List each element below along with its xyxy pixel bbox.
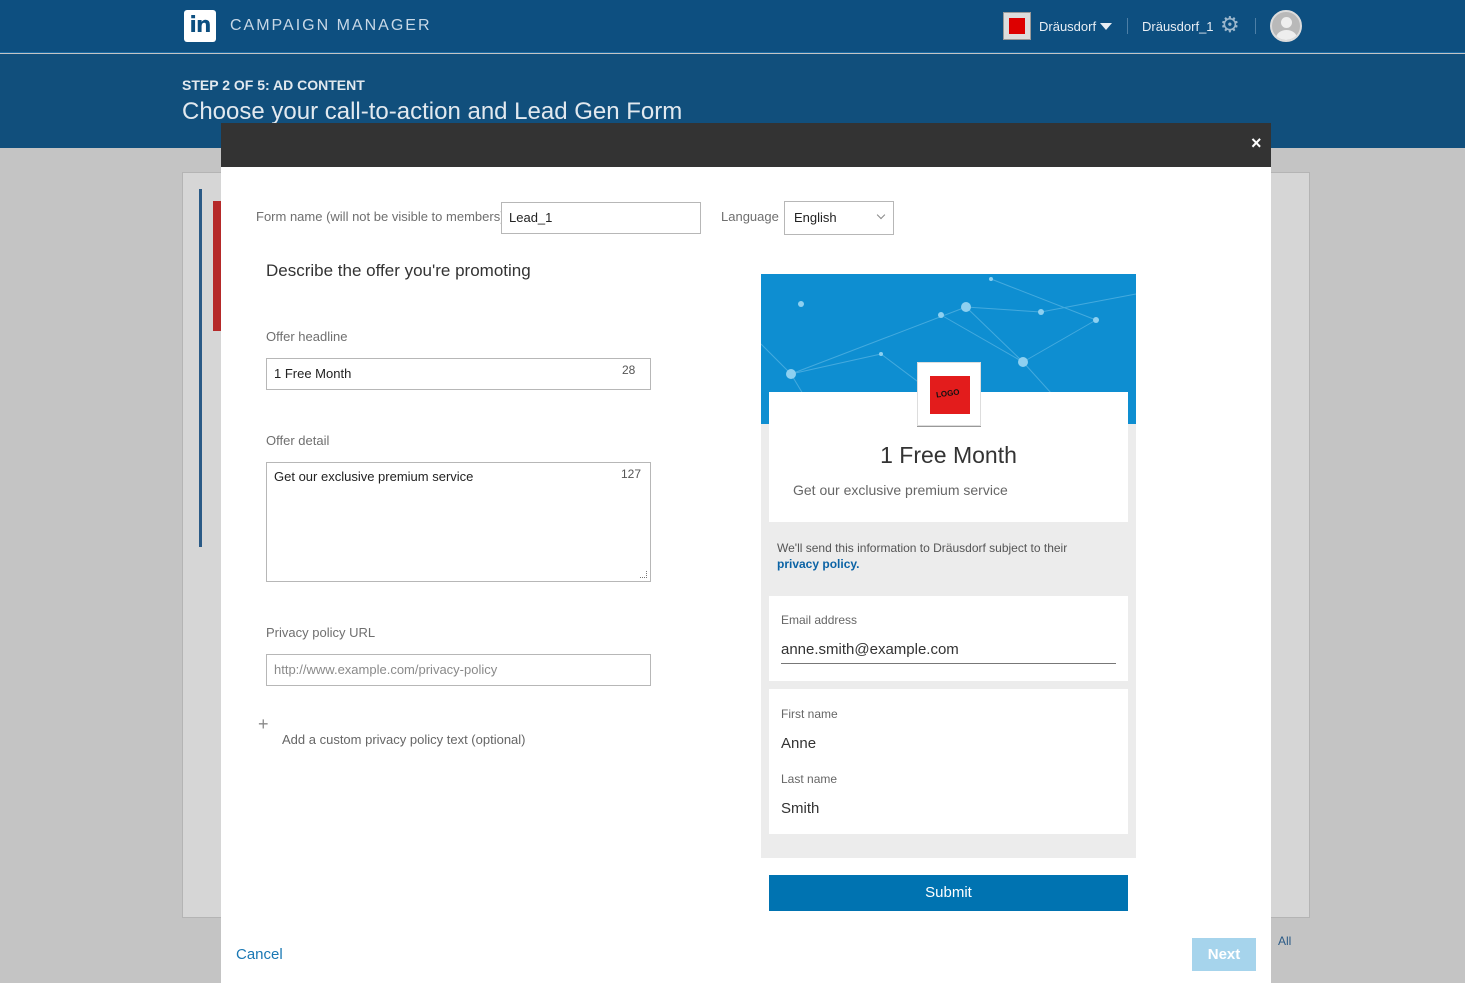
email-field[interactable]: anne.smith@example.com	[781, 641, 959, 658]
privacy-url-placeholder: http://www.example.com/privacy-policy	[274, 662, 498, 677]
language-label: Language	[721, 209, 779, 224]
form-preview: LOGO 1 Free Month Get our exclusive prem…	[761, 274, 1136, 858]
first-name-label: First name	[781, 707, 838, 721]
privacy-notice: We'll send this information to Dräusdorf…	[777, 540, 1077, 572]
chevron-down-icon[interactable]	[1100, 23, 1112, 30]
linkedin-logo-icon[interactable]: in	[184, 10, 216, 42]
offer-headline-label: Offer headline	[266, 329, 348, 344]
resize-handle-icon[interactable]	[640, 571, 647, 578]
app-title: CAMPAIGN MANAGER	[230, 17, 432, 34]
preview-headline: 1 Free Month	[880, 442, 1017, 468]
step-indicator: STEP 2 OF 5: AD CONTENT	[182, 77, 365, 93]
account-name[interactable]: Dräusdorf	[1039, 19, 1096, 34]
offer-detail-value: Get our exclusive premium service	[274, 469, 474, 484]
form-name-label: Form name (will not be visible to member…	[256, 209, 505, 224]
ad-image-thumbnail	[213, 201, 221, 331]
email-field-box: Email address anne.smith@example.com	[769, 596, 1128, 681]
gear-icon[interactable]: ⚙	[1220, 14, 1240, 36]
divider	[1127, 18, 1128, 34]
close-icon[interactable]: ×	[1251, 133, 1262, 154]
offer-detail-textarea[interactable]: Get our exclusive premium service	[266, 462, 651, 582]
divider	[1255, 18, 1256, 34]
last-name-field[interactable]: Smith	[781, 800, 819, 817]
logo-image: LOGO	[930, 376, 970, 414]
privacy-url-label: Privacy policy URL	[266, 625, 376, 640]
account-logo[interactable]	[1003, 12, 1031, 40]
page-title: Choose your call-to-action and Lead Gen …	[182, 98, 683, 125]
offer-detail-counter: 127	[621, 467, 642, 481]
avatar[interactable]	[1270, 10, 1302, 42]
first-name-field[interactable]: Anne	[781, 735, 816, 752]
email-label: Email address	[781, 613, 858, 627]
email-underline	[781, 663, 1116, 664]
preview-detail: Get our exclusive premium service	[793, 482, 1008, 498]
offer-headline-counter: 28	[622, 363, 636, 377]
last-name-label: Last name	[781, 772, 838, 786]
language-select[interactable]: English	[784, 201, 894, 235]
cancel-button[interactable]: Cancel	[236, 946, 283, 963]
submit-button[interactable]: Submit	[769, 875, 1128, 911]
section-title: Describe the offer you're promoting	[266, 261, 531, 280]
all-link[interactable]: All	[1278, 934, 1291, 948]
accent-bar	[199, 189, 202, 547]
account-id[interactable]: Dräusdorf_1	[1142, 19, 1214, 34]
company-logo: LOGO	[917, 362, 981, 426]
privacy-policy-link[interactable]: privacy policy.	[777, 557, 859, 571]
name-fields-box: First name Anne Last name Smith	[769, 689, 1128, 834]
privacy-url-input[interactable]: http://www.example.com/privacy-policy	[266, 654, 651, 686]
offer-detail-label: Offer detail	[266, 433, 330, 448]
plus-icon[interactable]: +	[258, 714, 269, 735]
modal-header	[221, 123, 1271, 167]
next-button[interactable]: Next	[1192, 938, 1256, 971]
top-navigation-bar: in CAMPAIGN MANAGER Dräusdorf Dräusdorf_…	[0, 0, 1465, 53]
divider	[917, 426, 981, 427]
logo-text: LOGO	[935, 387, 961, 400]
offer-headline-input[interactable]: 1 Free Month	[266, 358, 651, 390]
privacy-notice-text: We'll send this information to Dräusdorf…	[777, 541, 1068, 555]
form-name-input[interactable]: Lead_1	[501, 202, 701, 234]
add-custom-privacy-text-link[interactable]: Add a custom privacy policy text (option…	[282, 732, 526, 747]
